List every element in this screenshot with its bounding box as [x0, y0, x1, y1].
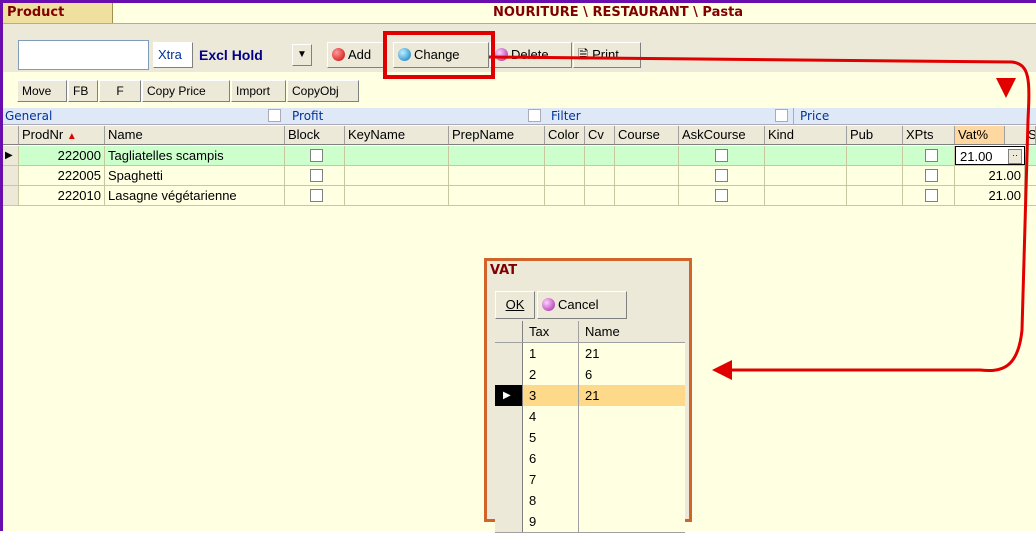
annotation-arrows	[488, 55, 1031, 380]
arrow-head-left	[712, 360, 732, 380]
arrow-line	[488, 55, 1031, 372]
arrow-head-down	[996, 78, 1016, 98]
